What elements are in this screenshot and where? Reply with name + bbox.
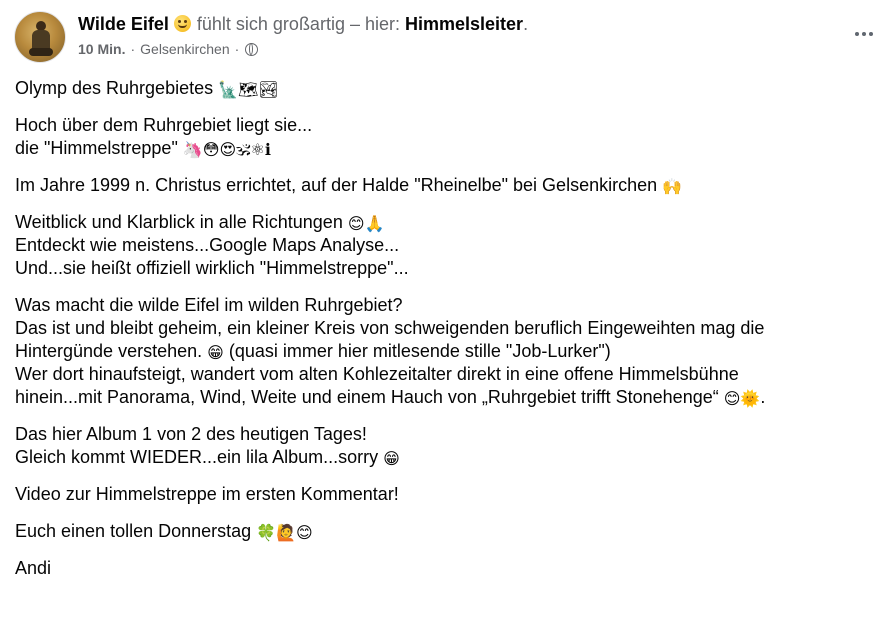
feeling-text: fühlt sich großartig – hier: [196, 14, 400, 34]
signature: Andi [15, 558, 52, 578]
more-options-icon [855, 32, 859, 36]
text-line: Euch einen tollen Donnerstag [15, 521, 252, 541]
post-meta-line: 10 Min. · Gelsenkirchen · [78, 40, 259, 58]
text-line: Weitblick und Klarblick in alle Richtung… [15, 212, 343, 232]
feeling-smiley-icon [173, 15, 191, 32]
smile-pray-emojis: 😊🙏 [347, 214, 385, 233]
paragraph-5: Was macht die wilde Eifel im wilden Ruhr… [15, 294, 880, 409]
post-text: Olymp des Ruhrgebietes 🗽🗺🏞 Hoch über dem… [15, 77, 880, 594]
grin-emoji: 😁 [383, 449, 400, 468]
post-header-line: Wilde Eifel fühlt sich großartig – hier:… [78, 13, 528, 35]
raised-hands-emoji: 🙌 [662, 177, 683, 196]
text-line: Das hier Album 1 von 2 des heutigen Tage… [15, 424, 367, 444]
more-options-icon-dot [862, 32, 866, 36]
text-line: Hoch über dem Ruhrgebiet liegt sie... [15, 115, 313, 135]
text-line-end: . [760, 387, 766, 407]
place-link[interactable]: Himmelsleiter [405, 14, 523, 34]
text-line: Entdeckt wie meistens...Google Maps Anal… [15, 235, 400, 255]
paragraph-3: Im Jahre 1999 n. Christus errichtet, auf… [15, 174, 880, 197]
text-line: (quasi immer hier mitlesende stille "Job… [228, 341, 611, 361]
paragraph-2: Hoch über dem Ruhrgebiet liegt sie... di… [15, 114, 880, 160]
text-line: Hintergünde verstehen. [15, 341, 203, 361]
text-line: Das ist und bleibt geheim, ein kleiner K… [15, 318, 765, 338]
paragraph-9: Andi [15, 557, 880, 580]
grin-emoji: 😁 [207, 343, 224, 362]
more-options-icon-dot-3 [869, 32, 873, 36]
more-options-button[interactable] [850, 22, 878, 46]
author-avatar[interactable] [14, 11, 66, 63]
reaction-emojis: 🦄😳😍🕉⚛ℹ [182, 140, 271, 159]
meta-separator-2: · [234, 41, 240, 57]
text-line: Gleich kommt WIEDER...ein lila Album...s… [15, 447, 379, 467]
paragraph-1: Olymp des Ruhrgebietes 🗽🗺🏞 [15, 77, 880, 100]
paragraph-6: Das hier Album 1 von 2 des heutigen Tage… [15, 423, 880, 469]
text-line: Wer dort hinaufsteigt, wandert vom alten… [15, 364, 739, 384]
facebook-post: Wilde Eifel fühlt sich großartig – hier:… [0, 0, 890, 618]
place-suffix: . [523, 14, 529, 34]
paragraph-4: Weitblick und Klarblick in alle Richtung… [15, 211, 880, 280]
smile-sun-emojis: 😊🌞 [723, 389, 761, 408]
post-location[interactable]: Gelsenkirchen [140, 40, 230, 58]
paragraph-7: Video zur Himmelstreppe im ersten Kommen… [15, 483, 880, 506]
clover-wave-smile-emojis: 🍀🙋😊 [256, 523, 313, 542]
text-line: Und...sie heißt offiziell wirklich "Himm… [15, 258, 409, 278]
text-line: die "Himmelstreppe" [15, 138, 178, 158]
text-line: Was macht die wilde Eifel im wilden Ruhr… [15, 295, 403, 315]
globe-icon[interactable] [245, 42, 259, 56]
text-line: Im Jahre 1999 n. Christus errichtet, auf… [15, 175, 658, 195]
avatar-figure-legs [29, 48, 53, 56]
post-timestamp[interactable]: 10 Min. [78, 40, 125, 58]
paragraph-8: Euch einen tollen Donnerstag 🍀🙋😊 [15, 520, 880, 543]
text-line: Olymp des Ruhrgebietes [15, 78, 214, 98]
meta-separator: · [130, 41, 136, 57]
travel-emojis: 🗽🗺🏞 [218, 80, 279, 99]
text-line: hinein...mit Panorama, Wind, Weite und e… [15, 387, 719, 407]
text-line: Video zur Himmelstreppe im ersten Kommen… [15, 484, 399, 504]
author-name-link[interactable]: Wilde Eifel [78, 14, 169, 34]
